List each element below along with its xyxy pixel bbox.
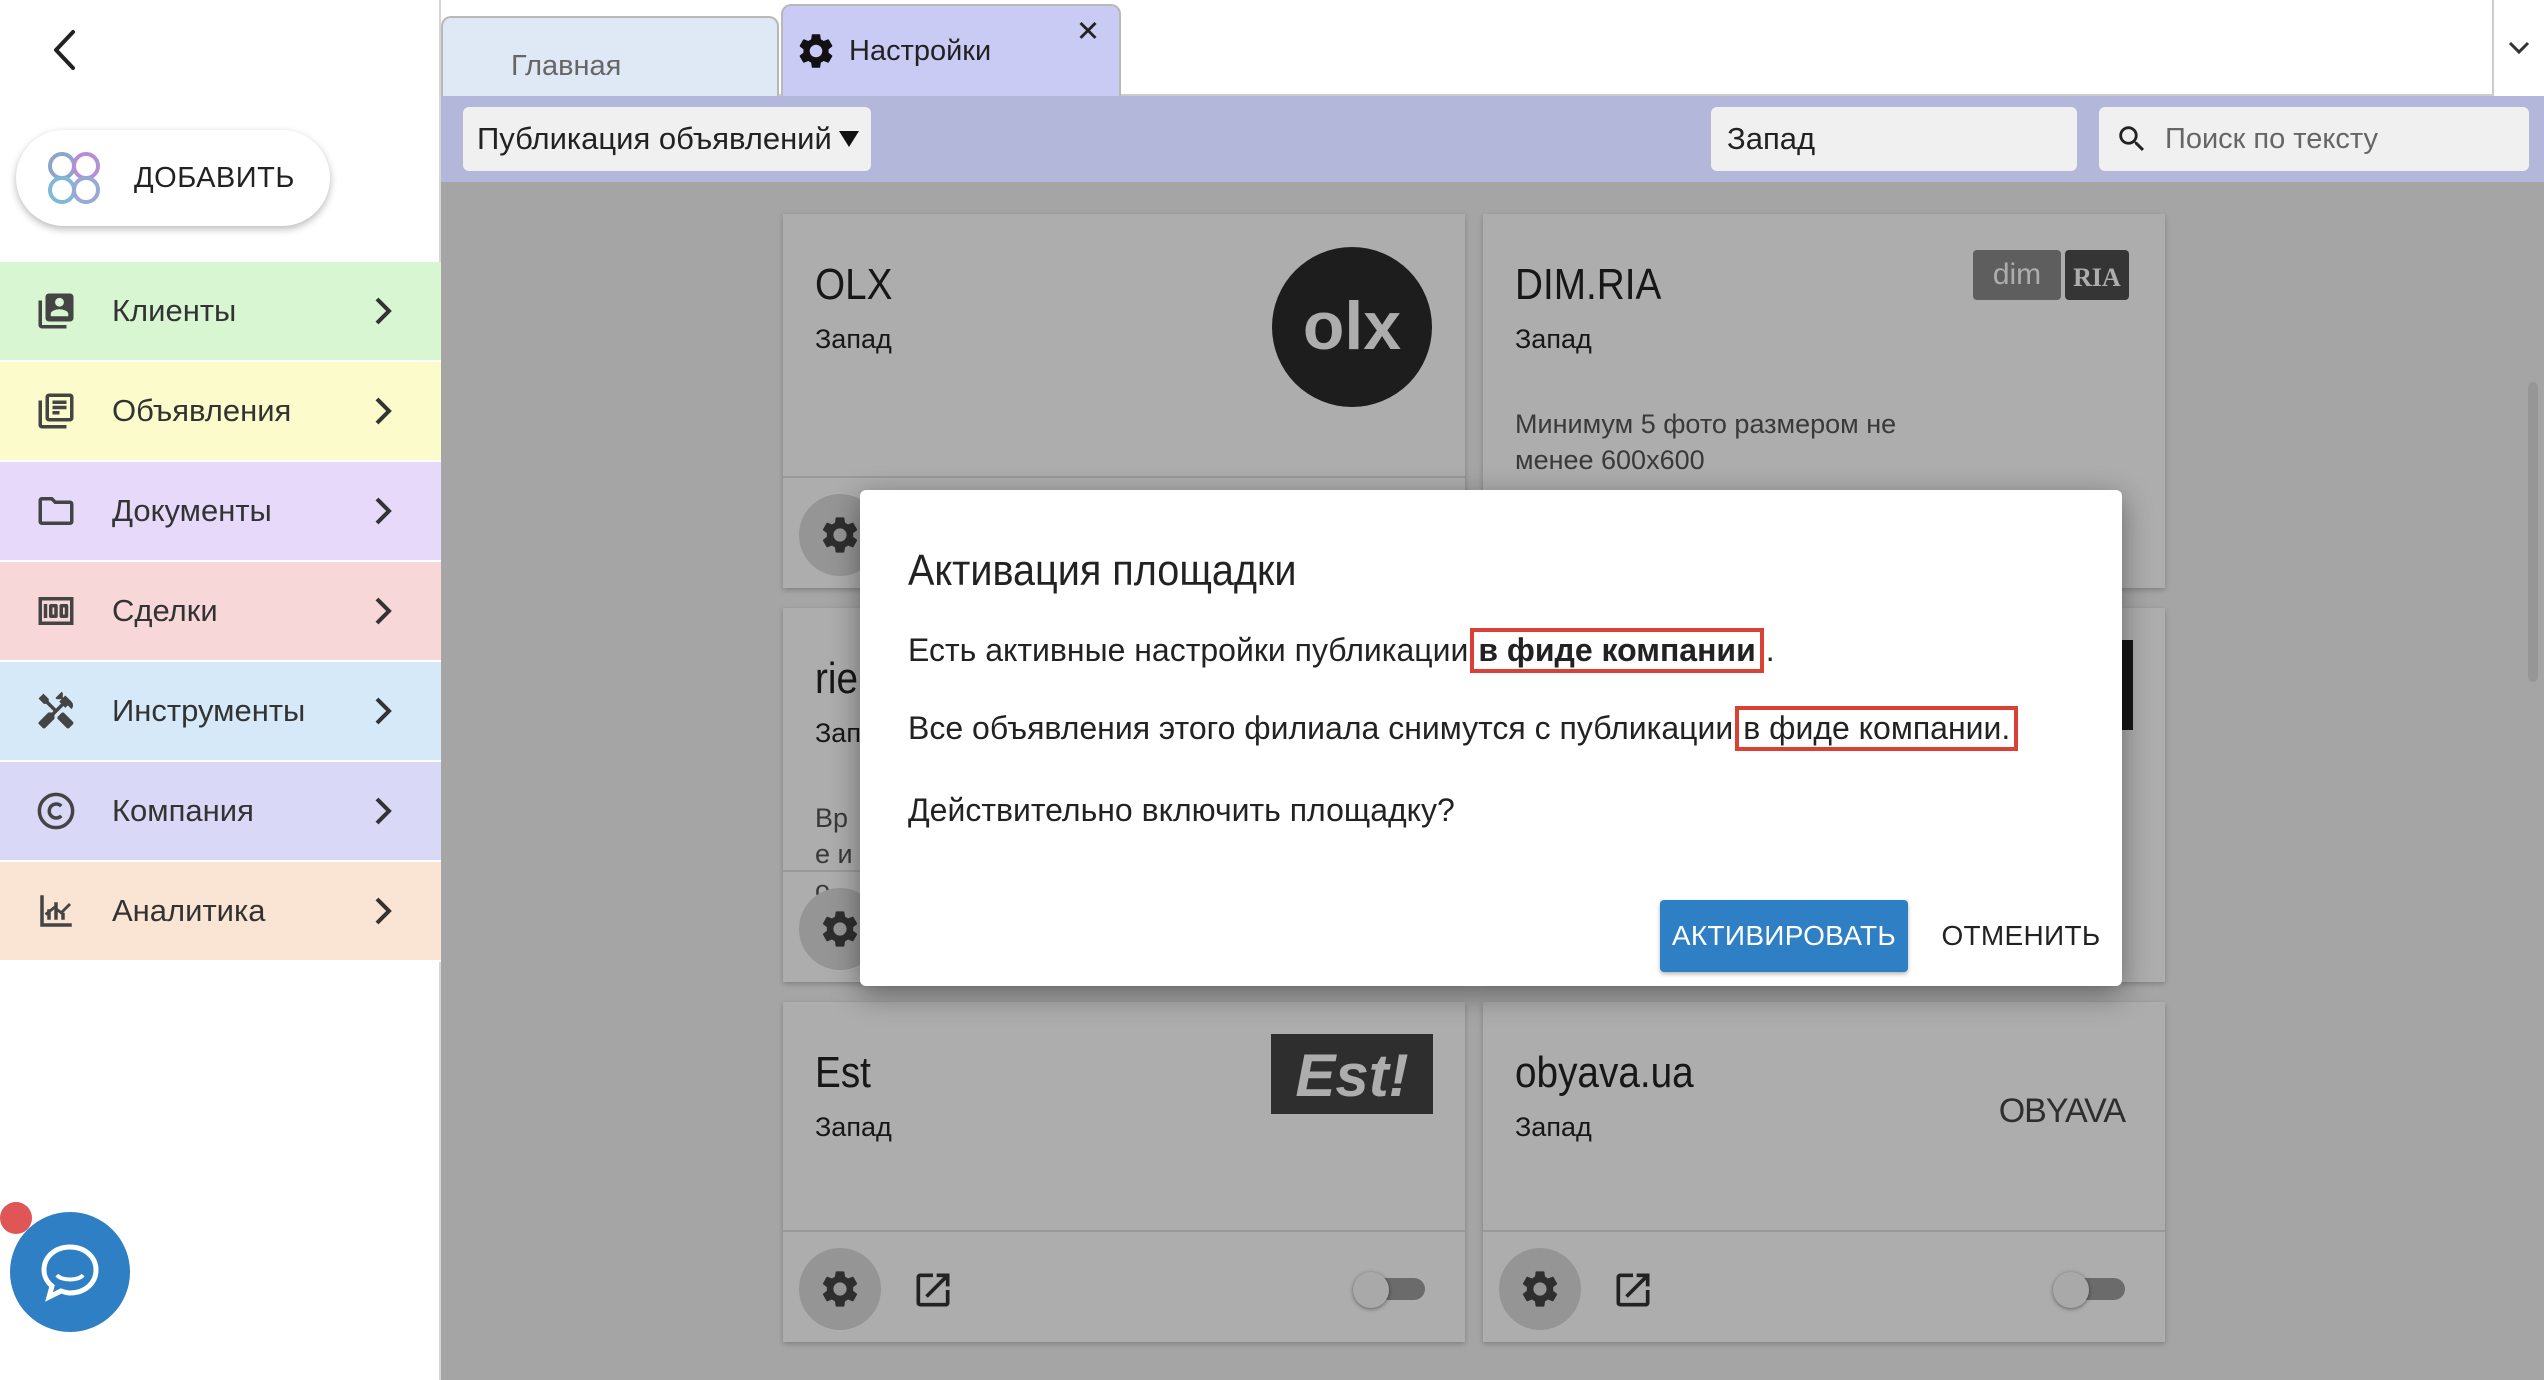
chevron-right-icon bbox=[363, 891, 403, 931]
sidebar-item-label: Сделки bbox=[112, 593, 218, 628]
dialog-title: Активация площадки bbox=[908, 546, 1297, 595]
dialog-line-3: Действительно включить площадку? bbox=[908, 792, 1455, 828]
chevron-right-icon bbox=[363, 791, 403, 831]
add-button-label: ДОБАВИТЬ bbox=[134, 161, 295, 194]
sidebar-nav: Клиенты Объявления Документы Сделки Инст… bbox=[0, 262, 441, 962]
sidebar-item-label: Аналитика bbox=[112, 893, 266, 928]
chat-bubble-icon bbox=[41, 1244, 99, 1302]
notification-dot bbox=[0, 1202, 32, 1234]
chevron-down-icon bbox=[2508, 41, 2530, 55]
highlighted-company-feed: в фиде компании. bbox=[1735, 706, 2019, 751]
chevron-right-icon bbox=[363, 491, 403, 531]
region-field[interactable]: Запад bbox=[1711, 107, 2077, 171]
money-icon bbox=[34, 589, 78, 633]
dialog-line-2-text: Все объявления этого филиала снимутся с … bbox=[908, 710, 1734, 746]
content-scrollbar[interactable] bbox=[2528, 382, 2538, 682]
sidebar-item-analytics[interactable]: Аналитика bbox=[0, 862, 441, 962]
search-icon bbox=[2119, 126, 2145, 152]
search-field[interactable] bbox=[2099, 107, 2529, 171]
sidebar-item-deals[interactable]: Сделки bbox=[0, 562, 441, 662]
gear-icon bbox=[799, 34, 833, 68]
sidebar-item-company[interactable]: Компания bbox=[0, 762, 441, 862]
add-logo-icon bbox=[48, 152, 100, 204]
activation-dialog: Активация площадки Есть активные настрой… bbox=[860, 490, 2122, 986]
sidebar-item-label: Документы bbox=[112, 493, 272, 528]
sidebar-item-documents[interactable]: Документы bbox=[0, 462, 441, 562]
sidebar-item-listings[interactable]: Объявления bbox=[0, 362, 441, 462]
sidebar-item-label: Объявления bbox=[112, 393, 292, 428]
publication-select[interactable]: Публикация объявлений bbox=[463, 107, 871, 171]
publication-select-value: Публикация объявлений bbox=[477, 121, 832, 156]
close-tab-button[interactable]: ✕ bbox=[1073, 16, 1103, 48]
region-value: Запад bbox=[1727, 121, 1816, 156]
sidebar-item-label: Инструменты bbox=[112, 693, 306, 728]
highlighted-company-feed: в фиде компании bbox=[1470, 628, 1764, 673]
tab-bar: Главная Настройки ✕ bbox=[441, 0, 2544, 96]
sidebar-item-label: Клиенты bbox=[112, 293, 237, 328]
dialog-line-1-text: Есть активные настройки публикации bbox=[908, 632, 1469, 668]
activate-button[interactable]: АКТИВИРОВАТЬ bbox=[1660, 900, 1908, 972]
contacts-icon bbox=[34, 289, 78, 333]
copyright-icon bbox=[34, 789, 78, 833]
dialog-line-2: Все объявления этого филиала снимутся с … bbox=[908, 706, 2020, 751]
folder-icon bbox=[34, 489, 78, 533]
tab-main-label: Главная bbox=[511, 49, 622, 82]
dropdown-arrow-icon bbox=[838, 131, 859, 147]
app-root: ДОБАВИТЬ Клиенты Объявления Документы Сд… bbox=[0, 0, 2544, 1380]
chevron-right-icon bbox=[363, 391, 403, 431]
tab-settings[interactable]: Настройки ✕ bbox=[781, 4, 1121, 96]
dialog-line-1-end: . bbox=[1765, 632, 1775, 668]
back-button[interactable] bbox=[44, 24, 84, 76]
add-button[interactable]: ДОБАВИТЬ bbox=[16, 130, 330, 226]
tools-icon bbox=[34, 689, 78, 733]
chevron-left-icon bbox=[54, 30, 75, 70]
chevron-right-icon bbox=[363, 591, 403, 631]
tabs-dropdown-button[interactable] bbox=[2492, 0, 2544, 96]
filter-bar: Публикация объявлений Запад bbox=[441, 96, 2544, 182]
tab-main[interactable]: Главная bbox=[441, 16, 779, 96]
sidebar-item-clients[interactable]: Клиенты bbox=[0, 262, 441, 362]
analytics-icon bbox=[34, 889, 78, 933]
sidebar: ДОБАВИТЬ Клиенты Объявления Документы Сд… bbox=[0, 0, 441, 1380]
sidebar-item-tools[interactable]: Инструменты bbox=[0, 662, 441, 762]
chevron-right-icon bbox=[363, 291, 403, 331]
sidebar-item-label: Компания bbox=[112, 793, 254, 828]
dialog-line-1: Есть активные настройки публикации в фиде… bbox=[908, 628, 1775, 673]
chevron-right-icon bbox=[363, 691, 403, 731]
tab-settings-label: Настройки bbox=[849, 34, 992, 67]
listings-icon bbox=[34, 389, 78, 433]
cancel-button[interactable]: ОТМЕНИТЬ bbox=[1936, 900, 2106, 972]
search-input[interactable] bbox=[2165, 122, 2505, 156]
chat-button[interactable] bbox=[10, 1212, 130, 1332]
